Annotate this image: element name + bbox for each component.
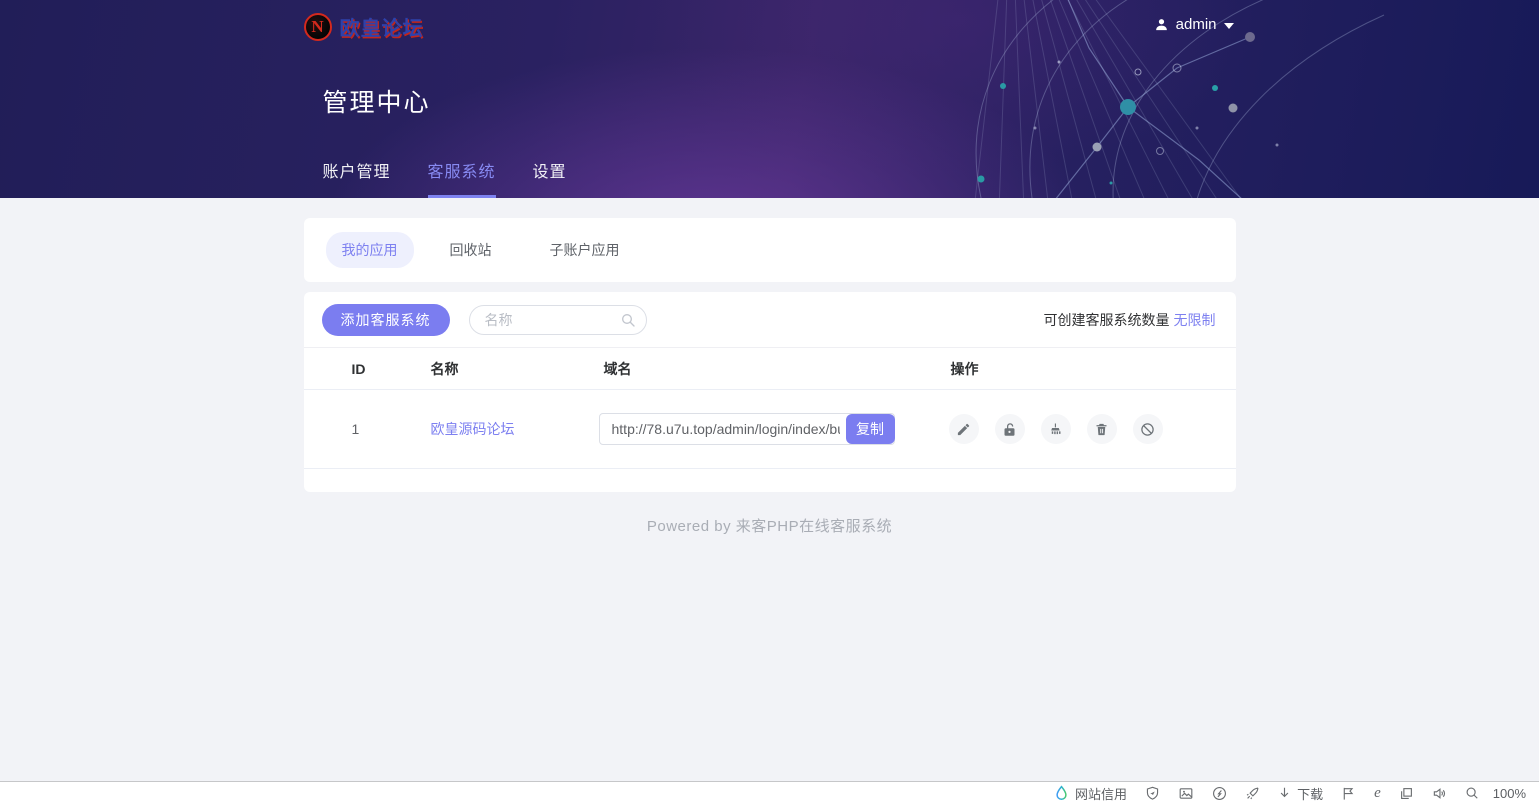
flag-icon: [1341, 786, 1356, 801]
download-label: 下载: [1297, 784, 1323, 803]
tab-settings[interactable]: 设置: [533, 158, 567, 198]
cell-domain: 复制: [604, 413, 951, 445]
compatibility-mode-button[interactable]: e: [1374, 785, 1381, 802]
quota-info: 可创建客服系统数量无限制: [1044, 310, 1216, 330]
cell-actions: [949, 414, 1206, 444]
brand-name: 欧皇论坛: [340, 12, 424, 41]
subtabs-card: 我的应用 回收站 子账户应用: [304, 218, 1236, 282]
download-item[interactable]: 下载: [1278, 784, 1323, 803]
quota-label: 可创建客服系统数量: [1044, 312, 1170, 328]
search-wrap: [469, 305, 647, 335]
col-header-name: 名称: [431, 359, 604, 379]
no-trace-button[interactable]: [1245, 786, 1260, 801]
unlock-button[interactable]: [995, 414, 1025, 444]
edit-button[interactable]: [949, 414, 979, 444]
ie-compat-icon: e: [1374, 785, 1381, 802]
quota-value-link[interactable]: 无限制: [1174, 312, 1216, 328]
brand-emblem-icon: N: [304, 13, 332, 41]
download-arrow-icon: [1278, 786, 1291, 800]
domain-url-group: 复制: [599, 413, 895, 445]
site-credit-item[interactable]: 网站信用: [1054, 784, 1127, 803]
image-toggle-button[interactable]: [1178, 786, 1194, 801]
report-flag-button[interactable]: [1341, 786, 1356, 801]
window-restore-icon: [1399, 786, 1414, 801]
nav-tabs: 账户管理 客服系统 设置: [323, 158, 604, 198]
site-credit-label: 网站信用: [1075, 784, 1127, 803]
page-title: 管理中心: [323, 83, 431, 119]
image-icon: [1178, 786, 1194, 801]
table-toolbar: 添加客服系统 可创建客服系统数量无限制: [304, 292, 1236, 348]
speed-mode-button[interactable]: [1212, 786, 1227, 801]
powered-by-text: Powered by 来客PHP在线客服系统: [0, 515, 1539, 536]
subtab-subaccount-apps[interactable]: 子账户应用: [534, 232, 636, 268]
col-header-domain: 域名: [604, 359, 951, 379]
browser-status-bar: 网站信用 下载 e 100%: [0, 781, 1539, 804]
mute-button[interactable]: [1432, 786, 1447, 801]
main-content: 我的应用 回收站 子账户应用 添加客服系统 可创建客服系统数量无限制 ID 名称…: [0, 198, 1539, 781]
tab-account-management[interactable]: 账户管理: [323, 158, 391, 198]
cell-id: 1: [352, 421, 431, 437]
subtab-my-apps[interactable]: 我的应用: [326, 232, 414, 268]
cell-name-link[interactable]: 欧皇源码论坛: [431, 419, 604, 439]
magnifier-icon: [1465, 786, 1479, 800]
table-card: 添加客服系统 可创建客服系统数量无限制 ID 名称 域名 操作 1 欧皇源码论坛: [304, 292, 1236, 492]
security-shield-button[interactable]: [1145, 786, 1160, 801]
copy-button[interactable]: 复制: [846, 414, 895, 444]
trash-icon: [1094, 422, 1109, 437]
username: admin: [1176, 16, 1217, 33]
clean-button[interactable]: [1041, 414, 1071, 444]
user-icon: [1154, 17, 1169, 32]
water-drop-icon: [1054, 785, 1069, 801]
speaker-icon: [1432, 786, 1447, 801]
pencil-icon: [956, 422, 971, 437]
search-icon[interactable]: [620, 312, 636, 328]
delete-button[interactable]: [1087, 414, 1117, 444]
speedometer-icon: [1212, 786, 1227, 801]
shield-icon: [1145, 786, 1160, 801]
window-restore-button[interactable]: [1399, 786, 1414, 801]
zoom-level: 100%: [1493, 786, 1526, 801]
col-header-actions: 操作: [951, 359, 1206, 379]
subtab-recycle-bin[interactable]: 回收站: [434, 232, 508, 268]
add-service-system-button[interactable]: 添加客服系统: [322, 304, 450, 336]
page-zoom-button[interactable]: 100%: [1465, 786, 1526, 801]
tab-customer-service-system[interactable]: 客服系统: [428, 158, 496, 198]
unlock-icon: [1002, 422, 1017, 437]
user-menu[interactable]: admin: [1154, 16, 1234, 33]
chevron-down-icon: [1224, 23, 1234, 29]
ban-icon: [1140, 422, 1155, 437]
broom-icon: [1048, 422, 1063, 437]
table-header-row: ID 名称 域名 操作: [304, 348, 1236, 390]
table-row: 1 欧皇源码论坛 复制: [304, 390, 1236, 469]
header-banner: N 欧皇论坛 admin 管理中心 账户管理 客服系统 设置: [0, 0, 1539, 198]
screen: N 欧皇论坛 admin 管理中心 账户管理 客服系统 设置 我的应用 回收站 …: [0, 0, 1539, 804]
rocket-icon: [1245, 786, 1260, 801]
brand-logo[interactable]: N 欧皇论坛: [304, 12, 424, 41]
disable-button[interactable]: [1133, 414, 1163, 444]
col-header-id: ID: [352, 361, 431, 377]
